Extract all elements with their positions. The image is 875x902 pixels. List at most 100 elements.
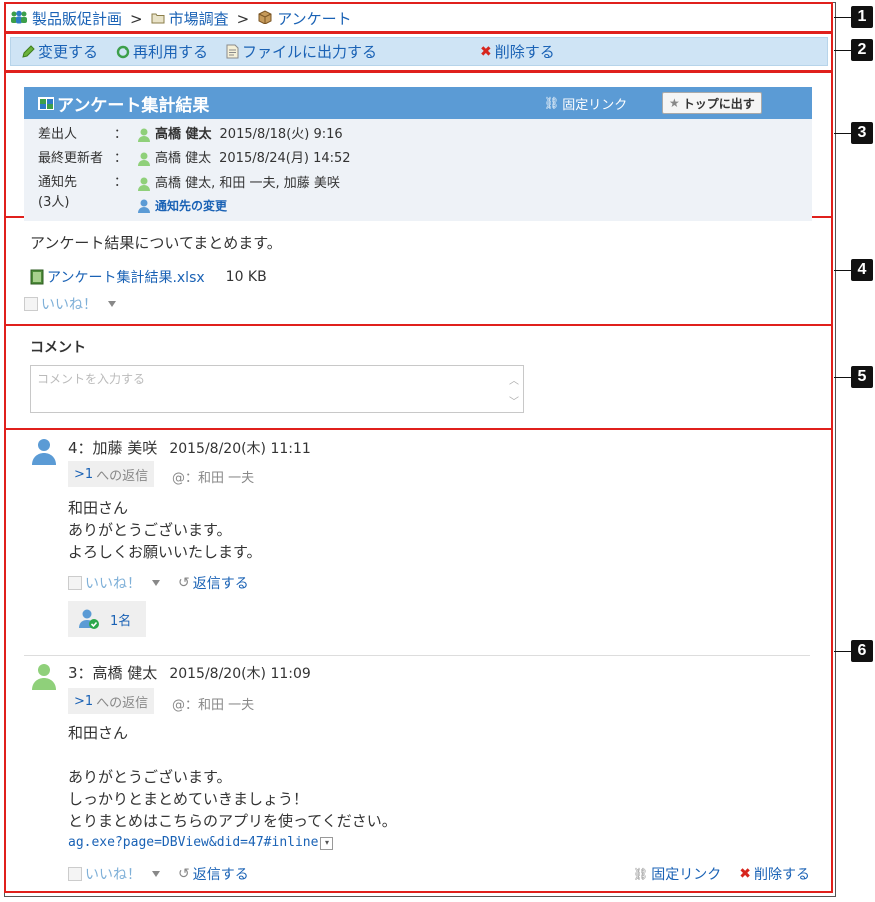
edit-label: 変更する bbox=[38, 43, 99, 61]
delete-x-icon: ✖ bbox=[739, 866, 751, 882]
notify-change-link[interactable]: 通知先の変更 bbox=[136, 195, 340, 217]
permalink-link[interactable]: ⛓ 固定リンク bbox=[544, 94, 627, 113]
mention: @：和田 一夫 bbox=[172, 698, 255, 713]
user-avatar-icon bbox=[32, 664, 56, 690]
export-button[interactable]: ファイルに出力する bbox=[226, 41, 377, 62]
updater-name: 高橋 健太 bbox=[155, 151, 212, 166]
chevron-down-icon[interactable] bbox=[152, 871, 160, 877]
comment-author[interactable]: 3：高橋 健太 bbox=[68, 662, 157, 683]
reply-icon: ↺ bbox=[178, 575, 190, 591]
toolbar: 変更する 再利用する ファイルに出力する ✖ 削除する bbox=[10, 37, 828, 66]
to-top-button[interactable]: ★ トップに出す bbox=[662, 92, 762, 114]
user-icon bbox=[138, 177, 150, 191]
comment-text: 和田さん ありがとうございます。 しっかりとまとめていきましょう！ とりまとめは… bbox=[68, 722, 397, 854]
comment-line bbox=[68, 744, 397, 766]
comment-header: 4：加藤 美咲 2015/8/20(木) 11:11 bbox=[68, 437, 311, 458]
colon: ： bbox=[114, 127, 128, 142]
excel-file-icon bbox=[30, 269, 44, 285]
reply-num: >1 bbox=[74, 466, 94, 482]
attachment-link[interactable]: アンケート集計結果.xlsx bbox=[47, 267, 205, 287]
comment-line: しっかりとまとめていきましょう！ bbox=[68, 790, 309, 808]
document-icon bbox=[226, 44, 239, 59]
message-icon bbox=[38, 96, 54, 110]
app-url-link[interactable]: ag.exe?page=DBView&did=47#inline bbox=[68, 832, 318, 854]
reply-label: 返信する bbox=[192, 576, 249, 592]
reply-num: >1 bbox=[74, 693, 94, 709]
comment-line: ありがとうございます。 bbox=[68, 521, 232, 539]
like-button[interactable]: いいね！ bbox=[68, 864, 160, 884]
likers-box[interactable]: 1名 bbox=[68, 601, 146, 637]
comment-divider bbox=[24, 655, 810, 656]
recycle-icon bbox=[116, 45, 130, 58]
badge-3: 3 bbox=[851, 122, 873, 144]
like-avatar-icon bbox=[24, 297, 38, 311]
comment-item: 3：高橋 健太 2015/8/20(木) 11:09 >1 への返信 @：和田 … bbox=[30, 662, 820, 887]
like-label: いいね！ bbox=[85, 867, 141, 883]
updater[interactable]: 高橋 健太 bbox=[136, 149, 211, 169]
like-label: いいね！ bbox=[41, 297, 97, 313]
like-avatar-icon bbox=[68, 867, 82, 881]
colon: ： bbox=[114, 151, 128, 166]
like-button[interactable]: いいね！ bbox=[68, 573, 160, 593]
comment-actions: いいね！ ↺ 返信する bbox=[68, 864, 249, 884]
mention: @：和田 一夫 bbox=[172, 471, 255, 486]
breadcrumb: 製品販促計画 > 市場調査 > アンケート bbox=[10, 8, 352, 29]
badge-5: 5 bbox=[851, 366, 873, 388]
reply-to-badge[interactable]: >1 への返信 bbox=[68, 461, 155, 487]
comment-author[interactable]: 4：加藤 美咲 bbox=[68, 437, 157, 458]
colon: ： bbox=[114, 175, 128, 190]
attachment-size: 10 KB bbox=[225, 269, 267, 285]
scrollbar[interactable]: ︿ ﹀ bbox=[509, 372, 519, 408]
star-icon: ★ bbox=[669, 96, 680, 110]
user-blue-icon bbox=[138, 199, 150, 213]
expand-icon[interactable]: ▾ bbox=[320, 836, 334, 850]
reuse-button[interactable]: 再利用する bbox=[116, 41, 208, 62]
notify-change-label: 通知先の変更 bbox=[155, 199, 228, 213]
comment-line: 和田さん bbox=[68, 724, 129, 742]
notify-label: 通知先 (3人) bbox=[38, 173, 114, 213]
notify-count: (3人) bbox=[38, 195, 70, 210]
reply-button[interactable]: ↺ 返信する bbox=[178, 573, 249, 593]
user-check-icon bbox=[78, 608, 100, 630]
breadcrumb-folder-link[interactable]: 市場調査 bbox=[169, 8, 229, 29]
like-button[interactable]: いいね！ bbox=[24, 294, 116, 314]
comment-right-actions: ⛓ 固定リンク ✖ 削除する bbox=[633, 864, 810, 884]
delete-x-icon: ✖ bbox=[480, 43, 492, 60]
sender-name: 高橋 健太 bbox=[155, 127, 212, 142]
reply-to-badge[interactable]: >1 への返信 bbox=[68, 688, 155, 714]
comment-date: 2015/8/20(木) 11:09 bbox=[169, 665, 311, 682]
link-chain-icon: ⛓ bbox=[633, 867, 649, 881]
reply-icon: ↺ bbox=[178, 866, 190, 882]
arrow-down-icon: ﹀ bbox=[509, 397, 519, 408]
delete-button[interactable]: ✖ 削除する bbox=[480, 41, 555, 62]
sender[interactable]: 高橋 健太 bbox=[136, 125, 212, 145]
breadcrumb-separator: > bbox=[236, 9, 250, 28]
updater-label: 最終更新者 bbox=[38, 151, 104, 166]
comment-line: 和田さん bbox=[68, 499, 129, 517]
comment-permalink[interactable]: ⛓ 固定リンク bbox=[633, 864, 721, 884]
folder-icon bbox=[151, 10, 165, 28]
people-icon bbox=[10, 10, 28, 28]
message-meta: 差出人 ： 高橋 健太 2015/8/18(火) 9:16 最終更新者 ： 高橋… bbox=[24, 119, 812, 221]
reply-button[interactable]: ↺ 返信する bbox=[178, 864, 249, 884]
comment-input[interactable]: コメントを入力する ︿ ﹀ bbox=[30, 365, 524, 413]
breadcrumb-current[interactable]: アンケート bbox=[277, 8, 351, 29]
like-label: いいね！ bbox=[85, 576, 141, 592]
user-avatar-icon bbox=[32, 439, 56, 465]
attachment: アンケート集計結果.xlsx 10 KB bbox=[30, 267, 267, 287]
export-label: ファイルに出力する bbox=[242, 43, 378, 61]
comment-line: よろしくお願いいたします。 bbox=[68, 543, 262, 561]
notify-label-text: 通知先 bbox=[38, 175, 78, 190]
comment-delete[interactable]: ✖ 削除する bbox=[739, 864, 810, 884]
pencil-icon bbox=[22, 44, 35, 58]
chevron-down-icon[interactable] bbox=[152, 580, 160, 586]
message-title-bar: アンケート集計結果 ⛓ 固定リンク ★ トップに出す bbox=[24, 87, 812, 119]
comment-actions: いいね！ ↺ 返信する bbox=[68, 573, 249, 593]
edit-button[interactable]: 変更する bbox=[21, 41, 98, 62]
message-body: アンケート結果についてまとめます。 bbox=[30, 234, 282, 252]
comment-placeholder: コメントを入力する bbox=[37, 372, 146, 386]
to-top-label: トップに出す bbox=[682, 96, 755, 111]
breadcrumb-space-link[interactable]: 製品販促計画 bbox=[32, 8, 122, 29]
chevron-down-icon[interactable] bbox=[108, 301, 116, 307]
message-header: アンケート集計結果 ⛓ 固定リンク ★ トップに出す 差出人 ： 高橋 健太 2… bbox=[24, 87, 812, 221]
